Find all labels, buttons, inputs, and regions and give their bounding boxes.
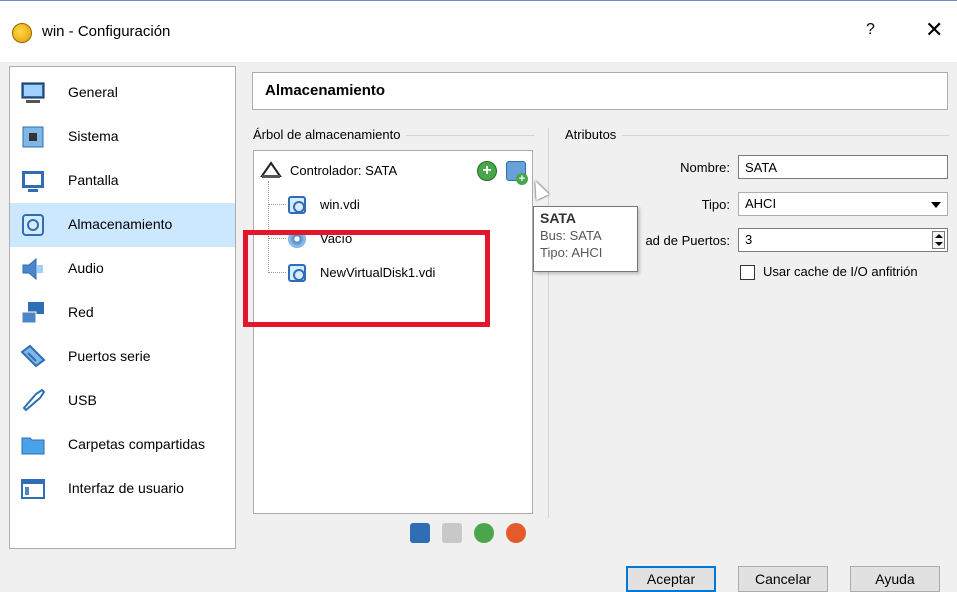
- name-label: Nombre:: [680, 160, 730, 175]
- window-title: win - Configuración: [42, 23, 171, 40]
- sidebar-item-label: Interfaz de usuario: [68, 480, 184, 496]
- close-icon[interactable]: ✕: [925, 17, 943, 43]
- sidebar-item-label: Sistema: [68, 128, 119, 144]
- spin-up-icon[interactable]: [935, 234, 943, 238]
- sidebar-item-label: Puertos serie: [68, 348, 151, 364]
- sidebar-item-puertos-serie[interactable]: Puertos serie: [10, 335, 235, 379]
- sidebar-item-label: Audio: [68, 260, 104, 276]
- sidebar-item-label: Red: [68, 304, 94, 320]
- tooltip-type-label: Tipo:: [540, 245, 569, 260]
- display-icon: [22, 171, 44, 192]
- storage-tree[interactable]: Controlador: SATA + win.vdi Vacío NewVir…: [253, 150, 533, 514]
- port-count-stepper[interactable]: 3: [738, 228, 948, 252]
- hard-disk-icon: [288, 196, 306, 214]
- tooltip-title: SATA: [540, 210, 577, 226]
- highlight-annotation-box: [243, 230, 490, 327]
- speaker-icon: [22, 257, 43, 281]
- sidebar-item-almacenamiento[interactable]: Almacenamiento: [10, 203, 235, 247]
- spin-buttons[interactable]: [932, 231, 945, 249]
- tree-item-label: win.vdi: [320, 197, 360, 212]
- tree-item[interactable]: win.vdi: [254, 191, 532, 219]
- add-optical-drive-icon[interactable]: +: [477, 161, 497, 181]
- sidebar-item-label: Carpetas compartidas: [68, 436, 205, 452]
- tooltip-bus-value: SATA: [569, 228, 602, 243]
- port-count-value: 3: [745, 232, 753, 247]
- sidebar-item-red[interactable]: Red: [10, 291, 235, 335]
- sidebar-item-interfaz-usuario[interactable]: Interfaz de usuario: [10, 467, 235, 511]
- help-icon[interactable]: ?: [866, 21, 875, 39]
- sidebar-item-general[interactable]: General: [10, 71, 235, 115]
- storage-icon: [22, 214, 44, 236]
- remove-controller-icon[interactable]: [442, 523, 462, 543]
- add-hard-disk-icon[interactable]: [506, 161, 528, 185]
- monitor-icon: [21, 82, 45, 103]
- tooltip-bus-label: Bus:: [540, 228, 567, 243]
- host-io-cache-checkbox[interactable]: [740, 265, 755, 280]
- sidebar-item-pantalla[interactable]: Pantalla: [10, 159, 235, 203]
- controller-label: Controlador: SATA: [290, 163, 398, 178]
- add-controller-icon[interactable]: [410, 523, 430, 543]
- page-title: Almacenamiento: [265, 82, 386, 99]
- title-bar: win - Configuración ? ✕: [0, 0, 957, 62]
- sidebar-item-label: Pantalla: [68, 172, 119, 188]
- settings-sidebar: General Sistema Pantalla Almacenamiento …: [9, 66, 236, 549]
- cancel-button[interactable]: Cancelar: [738, 566, 828, 592]
- sidebar-item-label: USB: [68, 392, 97, 408]
- storage-tree-group-label: Árbol de almacenamiento: [253, 127, 407, 142]
- sidebar-item-carpetas-compartidas[interactable]: Carpetas compartidas: [10, 423, 235, 467]
- folder-icon: [21, 437, 45, 455]
- chevron-down-icon: [931, 202, 941, 208]
- type-select-value: AHCI: [745, 196, 777, 211]
- sidebar-item-label: Almacenamiento: [68, 216, 173, 232]
- type-select[interactable]: AHCI: [738, 192, 948, 216]
- tree-controller-row[interactable]: Controlador: SATA +: [254, 157, 532, 185]
- attributes-group-label: Atributos: [565, 127, 623, 142]
- remove-attachment-icon[interactable]: [506, 523, 526, 543]
- add-attachment-icon[interactable]: [474, 523, 494, 543]
- name-field[interactable]: [738, 155, 948, 179]
- sidebar-item-sistema[interactable]: Sistema: [10, 115, 235, 159]
- tooltip-bus-row: Bus: SATA: [540, 228, 631, 243]
- controller-icon: [260, 161, 282, 178]
- virtualbox-app-icon: [12, 23, 32, 43]
- sidebar-item-audio[interactable]: Audio: [10, 247, 235, 291]
- sidebar-item-usb[interactable]: USB: [10, 379, 235, 423]
- spin-down-icon[interactable]: [935, 242, 943, 246]
- host-io-cache-label: Usar cache de I/O anfitrión: [763, 264, 918, 279]
- type-label: Tipo:: [701, 197, 730, 212]
- ok-button[interactable]: Aceptar: [626, 566, 716, 592]
- group-divider: [565, 135, 949, 136]
- panel-divider: [548, 128, 549, 518]
- section-header: Almacenamiento: [252, 72, 948, 110]
- network-icon: [21, 302, 44, 324]
- controller-tooltip: SATA Bus: SATA Tipo: AHCI: [533, 206, 638, 272]
- ui-icon: [21, 479, 45, 499]
- tooltip-type-value: AHCI: [571, 245, 603, 260]
- serial-port-icon: [20, 344, 46, 368]
- sidebar-item-label: General: [68, 84, 118, 100]
- tooltip-type-row: Tipo: AHCI: [540, 245, 631, 260]
- usb-icon: [22, 388, 46, 412]
- help-button[interactable]: Ayuda: [850, 566, 940, 592]
- chip-icon: [22, 126, 44, 148]
